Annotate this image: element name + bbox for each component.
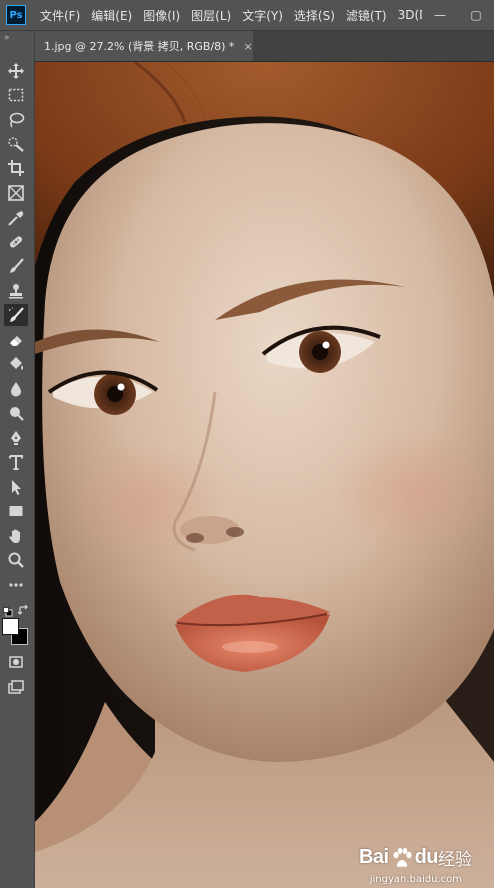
swap-colors-icon[interactable] xyxy=(17,601,29,615)
restore-button[interactable]: ▢ xyxy=(458,0,494,30)
type-tool-icon[interactable] xyxy=(4,451,28,473)
document-canvas[interactable]: Bai du 经验 jingyan.baidu.com xyxy=(35,62,494,888)
lasso-tool-icon[interactable] xyxy=(4,109,28,131)
move-tool-icon[interactable] xyxy=(4,60,28,82)
paint-bucket-tool-icon[interactable] xyxy=(4,353,28,375)
watermark-brand-right: du xyxy=(414,846,439,868)
path-select-tool-icon[interactable] xyxy=(4,476,28,498)
menu-filter[interactable]: 滤镜(T) xyxy=(346,7,387,24)
menu-layer[interactable]: 图层(L) xyxy=(191,7,231,24)
minimize-button[interactable]: — xyxy=(422,0,458,30)
hand-tool-icon[interactable] xyxy=(4,525,28,547)
foreground-color-swatch[interactable] xyxy=(2,618,19,635)
baidu-paw-icon xyxy=(393,847,412,867)
portrait-photo xyxy=(35,62,494,888)
spot-healing-brush-tool-icon[interactable] xyxy=(4,304,28,326)
watermark-brand-left: Bai xyxy=(358,846,389,868)
document-tab-bar: 1.jpg @ 27.2% (背景 拷贝, RGB/8) * × xyxy=(35,31,494,62)
clone-stamp-tool-icon[interactable] xyxy=(4,280,28,302)
default-colors-icon[interactable] xyxy=(3,602,13,617)
healing-brush-tool-icon[interactable] xyxy=(4,231,28,253)
panel-collapse-icon[interactable]: » xyxy=(4,33,9,43)
menu-bar: Ps 文件(F) 编辑(E) 图像(I) 图层(L) 文字(Y) 选择(S) 滤… xyxy=(0,0,494,31)
blur-tool-icon[interactable] xyxy=(4,378,28,400)
dodge-tool-icon[interactable] xyxy=(4,402,28,424)
watermark-product: 经验 xyxy=(438,850,472,870)
menu-edit[interactable]: 编辑(E) xyxy=(91,7,132,24)
document-tab-label: 1.jpg @ 27.2% (背景 拷贝, RGB/8) * xyxy=(44,40,235,53)
rectangle-tool-icon[interactable] xyxy=(4,500,28,522)
photoshop-logo: Ps xyxy=(6,5,26,25)
menu-select[interactable]: 选择(S) xyxy=(294,7,335,24)
zoom-tool-icon[interactable] xyxy=(4,549,28,571)
close-icon[interactable]: × xyxy=(243,40,252,53)
frame-tool-icon[interactable] xyxy=(4,182,28,204)
screen-mode-icon[interactable] xyxy=(4,676,28,698)
crop-tool-icon[interactable] xyxy=(4,157,28,179)
quick-mask-icon[interactable] xyxy=(4,651,28,673)
menu-file[interactable]: 文件(F) xyxy=(40,7,80,24)
quick-select-tool-icon[interactable] xyxy=(4,133,28,155)
menu-image[interactable]: 图像(I) xyxy=(143,7,180,24)
baidu-watermark: Bai du 经验 xyxy=(359,845,472,870)
eraser-tool-icon[interactable] xyxy=(4,329,28,351)
more-tools-icon[interactable] xyxy=(4,574,28,596)
watermark-url: jingyan.baidu.com xyxy=(369,874,462,885)
pen-tool-icon[interactable] xyxy=(4,427,28,449)
document-tab[interactable]: 1.jpg @ 27.2% (背景 拷贝, RGB/8) * × xyxy=(35,31,253,61)
brush-tool-icon[interactable] xyxy=(4,255,28,277)
eyedropper-tool-icon[interactable] xyxy=(4,207,28,229)
marquee-tool-icon[interactable] xyxy=(4,84,28,106)
menu-type[interactable]: 文字(Y) xyxy=(242,7,283,24)
